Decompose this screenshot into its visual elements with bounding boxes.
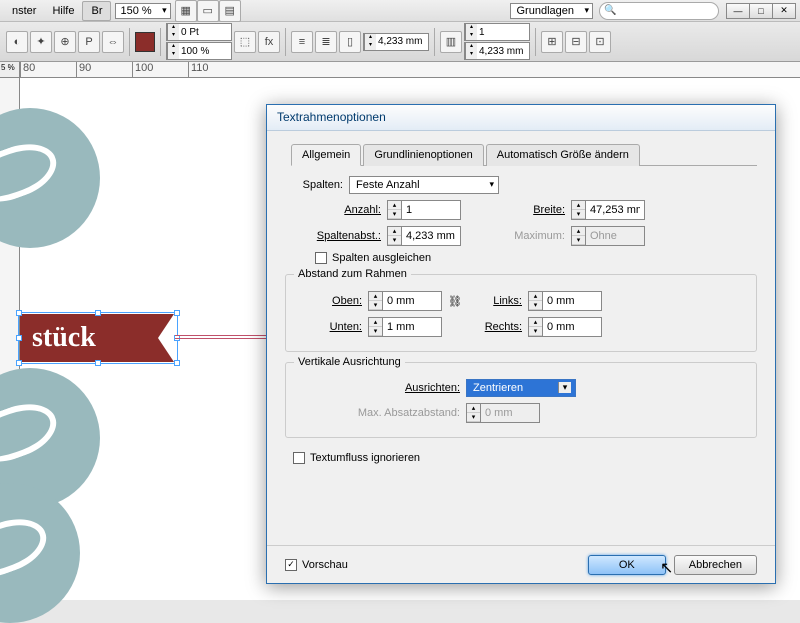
ruler-origin: 5 % — [0, 62, 20, 78]
top-label: Oben: — [298, 295, 368, 307]
align-icon[interactable]: ≡ — [291, 31, 313, 53]
count-field[interactable]: ▴▾ — [387, 200, 461, 220]
stroke-weight-field[interactable]: ▴▾ — [166, 23, 232, 41]
gutter-label: Spaltenabst.: — [305, 230, 387, 242]
workspace-combo[interactable]: Grundlagen — [510, 3, 594, 19]
valign-group: Vertikale Ausrichtung Ausrichten: Zentri… — [285, 362, 757, 438]
menubar: nster Hilfe Br 150 % ▦ ▭ ▤ Grundlagen — … — [0, 0, 800, 22]
align-label: Ausrichten: — [298, 382, 466, 394]
misc-icon[interactable]: ⊡ — [589, 31, 611, 53]
tab-baseline[interactable]: Grundlinienoptionen — [363, 144, 483, 166]
menu-hilfe[interactable]: Hilfe — [44, 2, 82, 20]
dialog-footer: ✓Vorschau OK Abbrechen — [267, 545, 775, 583]
close-button[interactable]: ✕ — [772, 3, 796, 19]
guide-line — [175, 335, 275, 339]
top-field[interactable]: ▴▾ — [368, 291, 442, 311]
count-label: Anzahl: — [305, 204, 387, 216]
valign-group-title: Vertikale Ausrichtung — [294, 356, 405, 368]
num-cols-field[interactable]: ▴▾ — [464, 23, 530, 41]
max-para-field: ▴▾ — [466, 403, 540, 423]
fill-swatch[interactable] — [135, 32, 155, 52]
search-input[interactable] — [599, 2, 719, 20]
columns-type-combo[interactable]: Feste Anzahl — [349, 176, 499, 194]
dialog-title: Textrahmenoptionen — [267, 105, 775, 131]
right-field[interactable]: ▴▾ — [528, 317, 602, 337]
link-insets-icon[interactable]: ⛓ — [442, 295, 468, 308]
bottom-label: Unten: — [298, 321, 368, 333]
balance-columns-checkbox[interactable]: Spalten ausgleichen — [315, 252, 431, 264]
arrange-icon[interactable]: ▤ — [219, 0, 241, 22]
fx-icon[interactable]: fx — [258, 31, 280, 53]
right-label: Rechts: — [468, 321, 528, 333]
align-icon[interactable]: ≣ — [315, 31, 337, 53]
maximum-field: ▴▾ — [571, 226, 645, 246]
tool-icon[interactable]: P — [78, 31, 100, 53]
minimize-button[interactable]: — — [726, 3, 750, 19]
width-field[interactable]: ▴▾ — [571, 200, 645, 220]
left-label: Links: — [468, 295, 528, 307]
gutter-field[interactable]: ▴▾ — [363, 33, 429, 51]
selection-bounding-box — [18, 312, 178, 364]
align-combo[interactable]: Zentrieren — [466, 379, 576, 397]
screen-mode-icon[interactable]: ▭ — [197, 0, 219, 22]
misc-icon[interactable]: ⊟ — [565, 31, 587, 53]
tab-general[interactable]: Allgemein — [291, 144, 361, 166]
inset-group: Abstand zum Rahmen Oben: ▴▾ ⛓ Links: ▴▾ … — [285, 274, 757, 352]
control-toolbar: ◐ ✦ ⊕ P ⇔ ▴▾ ▴▾ ⬚ fx ≡ ≣ ▯ ▴▾ ▥ ▴▾ ▴▾ ⊞ … — [0, 22, 800, 62]
logo-circle — [0, 108, 100, 248]
left-field[interactable]: ▴▾ — [528, 291, 602, 311]
bottom-field[interactable]: ▴▾ — [368, 317, 442, 337]
cancel-button[interactable]: Abbrechen — [674, 555, 757, 575]
ruler-horizontal: 8090100110 — [20, 62, 800, 78]
inset-group-title: Abstand zum Rahmen — [294, 268, 411, 280]
columns-icon[interactable]: ▥ — [440, 31, 462, 53]
view-options-icon[interactable]: ▦ — [175, 0, 197, 22]
tab-autosize[interactable]: Automatisch Größe ändern — [486, 144, 640, 166]
zoom-level-combo[interactable]: 150 % — [115, 3, 170, 19]
text-frame-options-dialog: Textrahmenoptionen Allgemein Grundlinien… — [266, 104, 776, 584]
tool-icon[interactable]: ◐ — [6, 31, 28, 53]
columns-label: Spalten: — [285, 179, 349, 191]
logo-circle — [0, 483, 80, 623]
text-frame-icon[interactable]: ▯ — [339, 31, 361, 53]
menu-fenster[interactable]: nster — [4, 2, 44, 20]
dialog-tabs: Allgemein Grundlinienoptionen Automatisc… — [291, 143, 757, 166]
col-gap-field[interactable]: ▴▾ — [464, 42, 530, 60]
width-label: Breite: — [461, 204, 571, 216]
chain-icon[interactable]: ⬚ — [234, 31, 256, 53]
maximum-label: Maximum: — [461, 230, 571, 242]
tool-icon[interactable]: ⊕ — [54, 31, 76, 53]
misc-icon[interactable]: ⊞ — [541, 31, 563, 53]
ok-button[interactable]: OK — [588, 555, 666, 575]
opacity-field[interactable]: ▴▾ — [166, 42, 232, 60]
maximize-button[interactable]: □ — [749, 3, 773, 19]
preview-checkbox[interactable]: ✓Vorschau — [285, 559, 348, 571]
bridge-button[interactable]: Br — [82, 1, 111, 21]
max-para-label: Max. Absatzabstand: — [298, 407, 466, 419]
tool-icon[interactable]: ⇔ — [102, 31, 124, 53]
ignore-wrap-checkbox[interactable]: Textumfluss ignorieren — [293, 452, 420, 464]
tool-icon[interactable]: ✦ — [30, 31, 52, 53]
gutter-field[interactable]: ▴▾ — [387, 226, 461, 246]
